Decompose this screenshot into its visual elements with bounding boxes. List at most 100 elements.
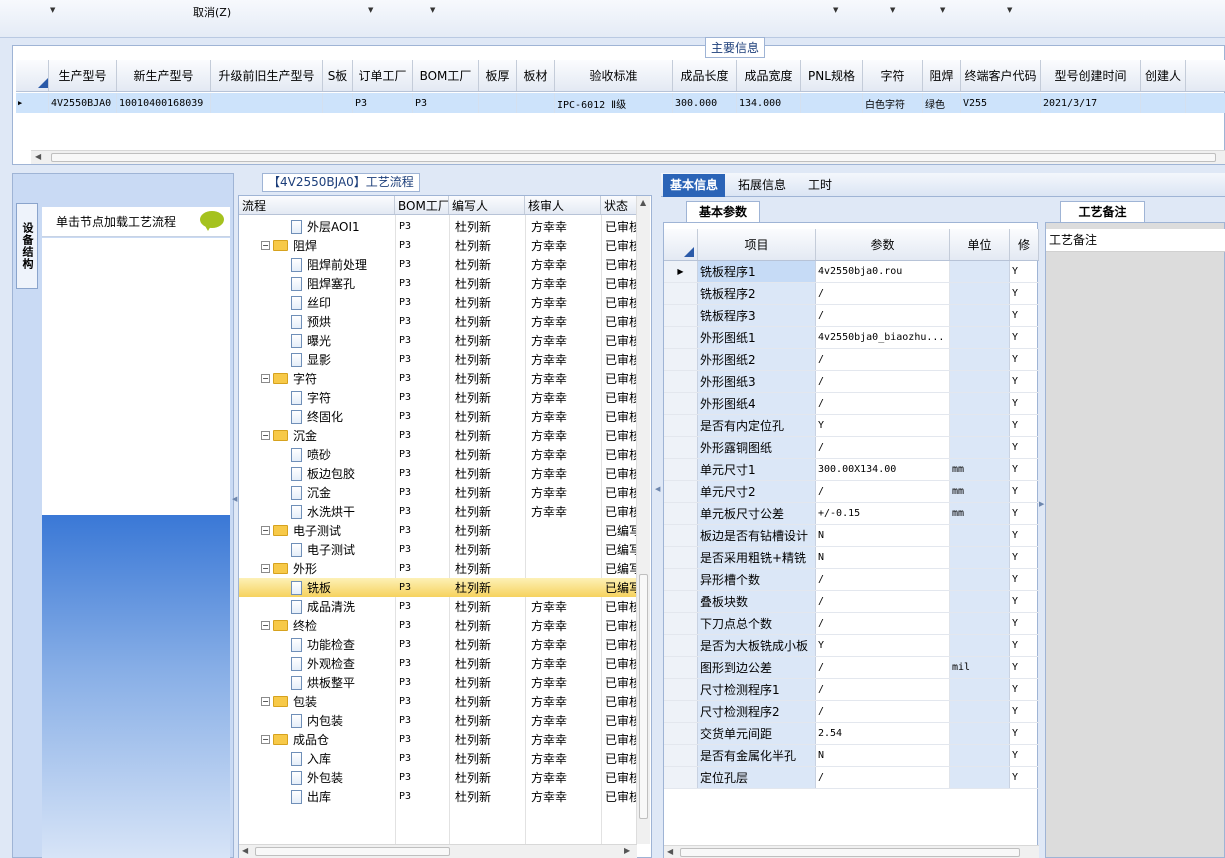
row-indicator[interactable] [664, 657, 698, 678]
tree-node[interactable]: − 终检 P3 杜列新 方幸幸 已审核 [239, 616, 637, 635]
tab-basic-params[interactable]: 基本参数 [686, 201, 761, 223]
dropdown-arrow-icon[interactable]: ▼ [940, 6, 945, 14]
param-value[interactable]: / [816, 283, 950, 304]
row-indicator[interactable] [664, 283, 698, 304]
collapse-icon[interactable]: − [261, 564, 270, 573]
node-list-area[interactable] [42, 238, 230, 515]
column-header[interactable]: 编写人 [449, 196, 525, 214]
param-row[interactable]: 外形图纸1 4v2550bja0_biaozhu... Y [664, 327, 1039, 349]
column-header[interactable]: S板 [323, 60, 353, 91]
column-header[interactable]: 升级前旧生产型号 [211, 60, 323, 91]
tree-node[interactable]: 外包装 P3 杜列新 方幸幸 已审核 [239, 768, 637, 787]
collapse-icon[interactable]: − [261, 431, 270, 440]
tree-node[interactable]: 电子测试 P3 杜列新 已编写 [239, 540, 637, 559]
row-indicator[interactable] [664, 767, 698, 788]
param-value[interactable]: N [816, 745, 950, 766]
param-value[interactable]: / [816, 481, 950, 502]
cancel-button[interactable]: 取消(Z) [193, 4, 231, 20]
tree-node[interactable]: 外层AOI1 P3 杜列新 方幸幸 已审核 [239, 217, 637, 236]
tree-node[interactable]: 成品清洗 P3 杜列新 方幸幸 已审核 [239, 597, 637, 616]
param-value[interactable]: 2.54 [816, 723, 950, 744]
tree-node[interactable]: 功能检查 P3 杜列新 方幸幸 已审核 [239, 635, 637, 654]
column-header[interactable]: 板材 [517, 60, 555, 91]
collapse-icon[interactable]: − [261, 697, 270, 706]
scroll-thumb[interactable] [639, 574, 648, 819]
param-value[interactable]: 4v2550bja0.rou [816, 261, 950, 282]
tree-node[interactable]: − 外形 P3 杜列新 已编写 [239, 559, 637, 578]
param-row[interactable]: 交货单元间距 2.54 Y [664, 723, 1039, 745]
horizontal-scrollbar[interactable]: ◀ [664, 845, 1039, 858]
param-value[interactable]: / [816, 569, 950, 590]
row-indicator[interactable] [664, 327, 698, 348]
table-cell[interactable] [801, 93, 863, 113]
column-header[interactable]: PNL规格 [801, 60, 863, 91]
param-row[interactable]: 是否有内定位孔 Y Y [664, 415, 1039, 437]
table-cell[interactable] [479, 93, 517, 113]
horizontal-scrollbar[interactable]: ◀ [31, 150, 1225, 164]
table-cell[interactable] [211, 93, 323, 113]
param-row[interactable]: 铣板程序3/ Y [664, 305, 1039, 327]
splitter-arrow-icon[interactable]: ◀ [232, 495, 237, 503]
row-indicator[interactable] [664, 393, 698, 414]
param-row[interactable]: ▶ 铣板程序1 4v2550bja0.rou Y [664, 261, 1039, 283]
param-value[interactable]: Y [816, 635, 950, 656]
table-cell[interactable]: 10010400168039 [117, 93, 211, 113]
column-header[interactable]: 字符 [863, 60, 923, 91]
column-header[interactable]: 型号创建时间 [1041, 60, 1141, 91]
tree-node[interactable]: 出库 P3 杜列新 方幸幸 已审核 [239, 787, 637, 806]
vertical-scrollbar[interactable]: ▲ [636, 196, 650, 844]
tree-node[interactable]: 喷砂 P3 杜列新 方幸幸 已审核 [239, 445, 637, 464]
param-value[interactable]: N [816, 547, 950, 568]
column-header[interactable]: 创建人 [1141, 60, 1186, 91]
tree-node[interactable]: 板边包胶 P3 杜列新 方幸幸 已审核 [239, 464, 637, 483]
column-header[interactable]: 验收标准 [555, 60, 673, 91]
dropdown-arrow-icon[interactable]: ▼ [50, 6, 55, 14]
column-header[interactable]: 终端客户代码 [961, 60, 1041, 91]
row-indicator[interactable]: ▶ [16, 93, 49, 113]
tree-node[interactable]: 水洗烘干 P3 杜列新 方幸幸 已审核 [239, 502, 637, 521]
row-indicator[interactable] [664, 525, 698, 546]
table-cell[interactable] [1141, 93, 1186, 113]
dropdown-arrow-icon[interactable]: ▼ [430, 6, 435, 14]
dropdown-arrow-icon[interactable]: ▼ [1007, 6, 1012, 14]
param-value[interactable]: / [816, 591, 950, 612]
column-header[interactable]: 成品宽度 [737, 60, 801, 91]
param-value[interactable]: / [816, 679, 950, 700]
table-cell[interactable]: 绿色 [923, 93, 961, 113]
column-header[interactable]: 参数 [816, 229, 950, 260]
scroll-left-icon[interactable]: ◀ [667, 847, 673, 856]
row-indicator[interactable] [664, 305, 698, 326]
collapse-icon[interactable]: − [261, 526, 270, 535]
row-indicator[interactable] [664, 569, 698, 590]
table-cell[interactable]: 134.000 [737, 93, 801, 113]
param-row[interactable]: 外形图纸4/ Y [664, 393, 1039, 415]
param-value[interactable]: / [816, 393, 950, 414]
param-value[interactable]: Y [816, 415, 950, 436]
tree-node[interactable]: 阻焊前处理 P3 杜列新 方幸幸 已审核 [239, 255, 637, 274]
tree-node[interactable]: 丝印 P3 杜列新 方幸幸 已审核 [239, 293, 637, 312]
column-header[interactable]: 阻焊 [923, 60, 961, 91]
param-row[interactable]: 外形图纸2/ Y [664, 349, 1039, 371]
tab-extended-info[interactable]: 拓展信息 [731, 174, 793, 197]
row-indicator[interactable] [664, 547, 698, 568]
column-header[interactable]: 修 [1010, 229, 1039, 260]
param-row[interactable]: 尺寸检测程序1/ Y [664, 679, 1039, 701]
tree-node[interactable]: 沉金 P3 杜列新 方幸幸 已审核 [239, 483, 637, 502]
tree-node[interactable]: 显影 P3 杜列新 方幸幸 已审核 [239, 350, 637, 369]
param-value[interactable]: / [816, 657, 950, 678]
column-header[interactable]: BOM工厂 [395, 196, 449, 214]
row-indicator[interactable] [664, 481, 698, 502]
param-row[interactable]: 叠板块数 / Y [664, 591, 1039, 613]
param-row[interactable]: 是否有金属化半孔 N Y [664, 745, 1039, 767]
param-value[interactable]: / [816, 371, 950, 392]
row-indicator[interactable] [664, 591, 698, 612]
row-indicator[interactable] [664, 371, 698, 392]
tree-node[interactable]: 终固化 P3 杜列新 方幸幸 已审核 [239, 407, 637, 426]
row-indicator[interactable] [664, 437, 698, 458]
row-indicator[interactable] [664, 745, 698, 766]
column-header[interactable]: 新生产型号 [117, 60, 211, 91]
table-cell[interactable] [517, 93, 555, 113]
table-cell[interactable]: 2021/3/17 [1041, 93, 1141, 113]
row-indicator[interactable] [664, 679, 698, 700]
param-row[interactable]: 单元板尺寸公差 +/-0.15 mm Y [664, 503, 1039, 525]
